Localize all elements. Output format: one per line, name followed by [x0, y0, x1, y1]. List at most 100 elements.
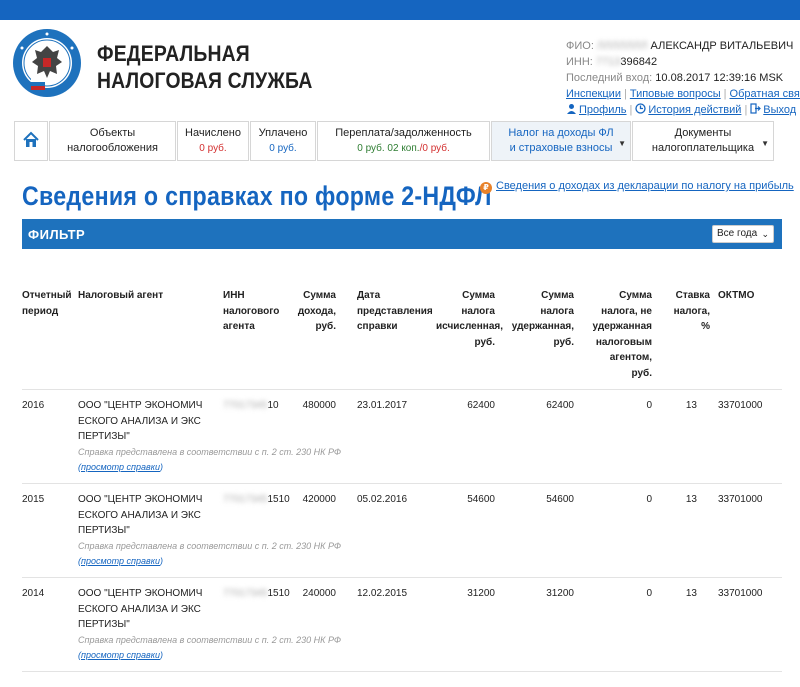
cell-inn-hidden: 77017345 [223, 400, 268, 411]
nav-ndfl[interactable]: Налог на доходы ФЛ и страховые взносы ▼ [491, 121, 631, 161]
user-links-row2: Профиль | История действий | Выход [566, 102, 796, 118]
cell-date: 12.02.2015 [357, 588, 408, 599]
table-divider [22, 671, 782, 672]
top-color-bar [0, 0, 800, 20]
th-inn: ИНН налогового агента [223, 290, 280, 332]
cell-tax-calculated: 62400 [467, 400, 495, 411]
table-divider [22, 389, 782, 390]
cell-income: 480000 [302, 400, 336, 411]
inn-value: 396842 [620, 56, 658, 68]
inn-hidden: 7713 [595, 56, 621, 68]
filter-bar: ФИЛЬТР Все года ⌄ [22, 219, 782, 249]
logout-icon [750, 103, 762, 114]
year-filter-select[interactable]: Все года ⌄ [712, 225, 774, 243]
inspections-link[interactable]: Инспекции [566, 88, 621, 100]
nav-ndfl-sub: и страховые взносы [509, 142, 613, 154]
cell-tax-rate: 13 [685, 588, 697, 599]
nav-overpayment-label: Переплата/задолженность [335, 127, 472, 139]
last-login-value: 10.08.2017 12:39:16 MSK [655, 72, 784, 84]
th-income: Сумма дохода, руб. [297, 290, 336, 332]
home-icon [23, 131, 39, 147]
chevron-down-icon: ⌄ [761, 229, 769, 239]
cell-date: 05.02.2016 [357, 494, 408, 505]
th-period: Отчетный период [22, 290, 72, 317]
filter-title: ФИЛЬТР [28, 227, 86, 242]
cell-oktmo: 33701000 [718, 494, 763, 505]
nav-accrued-label: Начислено [185, 127, 241, 139]
cell-agent: ООО "ЦЕНТР ЭКОНОМИЧ ЕСКОГО АНАЛИЗА И ЭКС… [78, 400, 203, 442]
cell-tax-not-withheld: 0 [646, 400, 652, 411]
cell-income: 420000 [302, 494, 336, 505]
view-certificate-link-text[interactable]: просмотр справки [81, 462, 160, 472]
cell-period: 2016 [22, 400, 45, 411]
cell-period: 2014 [22, 588, 45, 599]
nav-accrued-value: 0 руб. [199, 143, 227, 154]
view-certificate-link[interactable]: (просмотр справки) [78, 556, 163, 566]
declaration-income-link[interactable]: Сведения о доходах из декларации по нало… [496, 180, 794, 192]
cell-inn-hidden: 77017345 [223, 494, 268, 505]
main-nav: Объекты налогообложения Начислено 0 руб.… [14, 121, 774, 161]
cell-income: 240000 [302, 588, 336, 599]
th-tax-calculated: Сумма налога исчисленная, руб. [436, 290, 504, 348]
th-tax-rate: Ставка налога, % [673, 290, 710, 332]
cell-period: 2015 [22, 494, 45, 505]
th-tax-not-withheld: Сумма налога, не удержанная налоговым аг… [592, 290, 652, 379]
cell-tax-calculated: 54600 [467, 494, 495, 505]
inn-label: ИНН: [566, 56, 593, 68]
cell-inn: 770173451510 [223, 492, 290, 508]
user-links-row1: Инспекции|Типовые вопросы|Обратная связь [566, 86, 800, 102]
nav-paid-value: 0 руб. [269, 143, 297, 154]
chevron-down-icon: ▼ [618, 139, 626, 148]
user-info-panel: ФИО: ЛЛЛЛЛЛЛ АЛЕКСАНДР ВИТАЛЬЕВИЧ ИНН: 7… [566, 38, 800, 118]
cell-inn-tail: 1510 [267, 494, 290, 505]
nav-paid-label: Уплачено [258, 127, 308, 139]
nav-documents[interactable]: Документы налогоплательщика ▼ [632, 121, 774, 161]
nav-home[interactable] [14, 121, 48, 161]
th-tax-withheld: Сумма налога удержанная, руб. [511, 290, 574, 348]
nav-accrued[interactable]: Начислено 0 руб. [177, 121, 249, 161]
ruble-icon: ₽ [480, 182, 492, 194]
cell-inn: 770173451510 [223, 586, 290, 602]
cell-inn-hidden: 77017345 [223, 588, 268, 599]
chevron-down-icon: ▼ [761, 139, 769, 148]
fns-emblem-logo[interactable] [12, 28, 82, 98]
nav-tax-objects-label: Объекты [89, 127, 136, 139]
cell-tax-rate: 13 [685, 494, 697, 505]
view-certificate-link-text[interactable]: просмотр справки [81, 650, 160, 660]
fio-hidden: ЛЛЛЛЛЛЛ [596, 40, 648, 52]
feedback-link[interactable]: Обратная связь [730, 88, 800, 100]
cell-note: Справка представлена в соответствии с п.… [78, 635, 342, 645]
cell-agent: ООО "ЦЕНТР ЭКОНОМИЧ ЕСКОГО АНАЛИЗА И ЭКС… [78, 588, 203, 630]
cell-inn-tail: 1510 [267, 588, 290, 599]
view-certificate-link[interactable]: (просмотр справки) [78, 650, 163, 660]
cell-date: 23.01.2017 [357, 400, 408, 411]
nav-paid[interactable]: Уплачено 0 руб. [250, 121, 316, 161]
cell-tax-withheld: 62400 [546, 400, 574, 411]
history-link[interactable]: История действий [648, 104, 741, 116]
nav-overpayment-value: 0 руб. 02 коп. [357, 143, 420, 154]
view-certificate-link-text[interactable]: просмотр справки [81, 556, 160, 566]
nav-documents-sub: налогоплательщика [651, 142, 755, 154]
profile-link[interactable]: Профиль [579, 104, 627, 116]
nav-tax-objects[interactable]: Объекты налогообложения [49, 121, 176, 161]
page-title: Сведения о справках по форме 2-НДФЛ [22, 181, 492, 211]
nav-overpayment-debt[interactable]: Переплата/задолженность 0 руб. 02 коп./0… [317, 121, 490, 161]
fio-value: АЛЕКСАНДР ВИТАЛЬЕВИЧ [650, 40, 794, 52]
th-date: Дата представления справки [357, 290, 433, 332]
table-divider [22, 483, 782, 484]
faq-link[interactable]: Типовые вопросы [630, 88, 721, 100]
view-certificate-link[interactable]: (просмотр справки) [78, 462, 163, 472]
cell-oktmo: 33701000 [718, 400, 763, 411]
logout-link[interactable]: Выход [763, 104, 796, 116]
fio-label: ФИО: [566, 40, 594, 52]
history-icon [635, 103, 647, 114]
table-divider [22, 577, 782, 578]
nav-debt-value: /0 руб. [419, 143, 450, 154]
cell-agent: ООО "ЦЕНТР ЭКОНОМИЧ ЕСКОГО АНАЛИЗА И ЭКС… [78, 494, 203, 536]
nav-documents-label: Документы [674, 127, 732, 139]
org-name-line1: ФЕДЕРАЛЬНАЯ [97, 41, 250, 66]
cell-note: Справка представлена в соответствии с п.… [78, 541, 342, 551]
org-name: ФЕДЕРАЛЬНАЯ НАЛОГОВАЯ СЛУЖБА [97, 40, 313, 94]
cell-tax-calculated: 31200 [467, 588, 495, 599]
nav-ndfl-label: Налог на доходы ФЛ [508, 127, 614, 139]
